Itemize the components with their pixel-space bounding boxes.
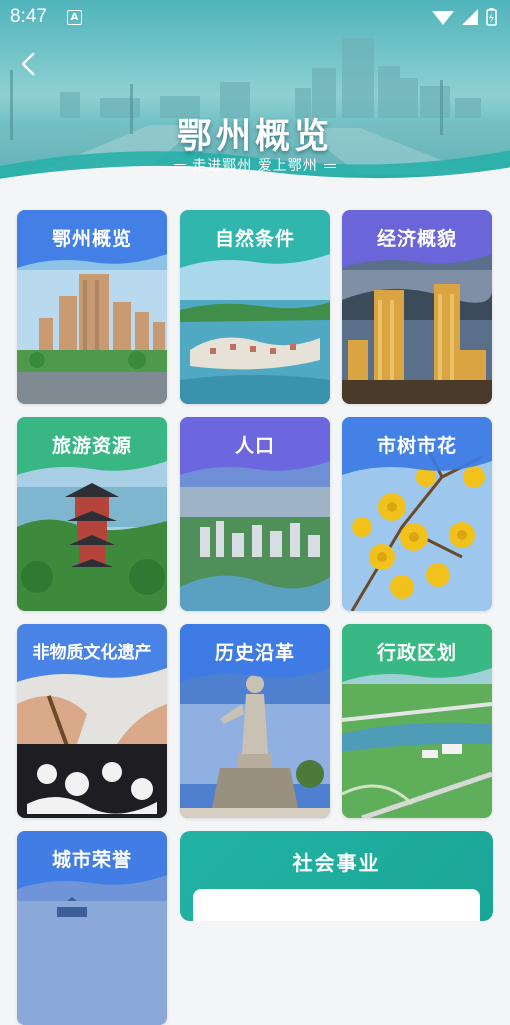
card-aerial-city[interactable]: 人口	[180, 417, 330, 611]
signal-icon	[462, 9, 478, 25]
card-label: 市树市花	[376, 435, 457, 457]
card-paper-cutting[interactable]: 非物质文化遗产	[17, 624, 167, 818]
social-card-inner	[193, 889, 480, 921]
card-lake-island[interactable]: 自然条件	[180, 210, 330, 404]
card-label: 非物质文化遗产	[32, 643, 152, 663]
page-title: 鄂州概览	[176, 116, 333, 157]
card-night-towers[interactable]: 经济概貌	[342, 210, 492, 404]
card-river-bridge[interactable]: 行政区划	[342, 624, 492, 818]
card-yellow-flowers[interactable]: 市树市花	[342, 417, 492, 611]
notification-icon: A	[67, 10, 82, 25]
card-label: 鄂州概览	[51, 228, 132, 250]
card-label: 历史沿革	[214, 642, 295, 664]
card-city-skyline[interactable]: 城市荣誉	[17, 831, 167, 1025]
card-label: 人口	[234, 435, 275, 457]
card-label: 社会事业	[292, 851, 381, 875]
page-subtitle: 走进鄂州 爱上鄂州	[0, 155, 510, 175]
card-statue[interactable]: 历史沿革	[180, 624, 330, 818]
card-label: 城市荣誉	[51, 849, 132, 871]
status-bar: 8:47 A	[0, 0, 510, 34]
card-label: 自然条件	[214, 228, 295, 250]
system-status-icons	[432, 8, 497, 26]
card-city-towers[interactable]: 鄂州概览	[17, 210, 167, 404]
wifi-icon	[432, 11, 454, 25]
card-label: 行政区划	[376, 642, 457, 664]
status-time: 8:47	[10, 6, 47, 27]
back-button[interactable]	[14, 48, 44, 80]
card-pagoda[interactable]: 旅游资源	[17, 417, 167, 611]
card-label: 旅游资源	[51, 435, 132, 457]
card-label: 经济概貌	[376, 228, 457, 250]
chevron-left-icon	[21, 52, 35, 76]
